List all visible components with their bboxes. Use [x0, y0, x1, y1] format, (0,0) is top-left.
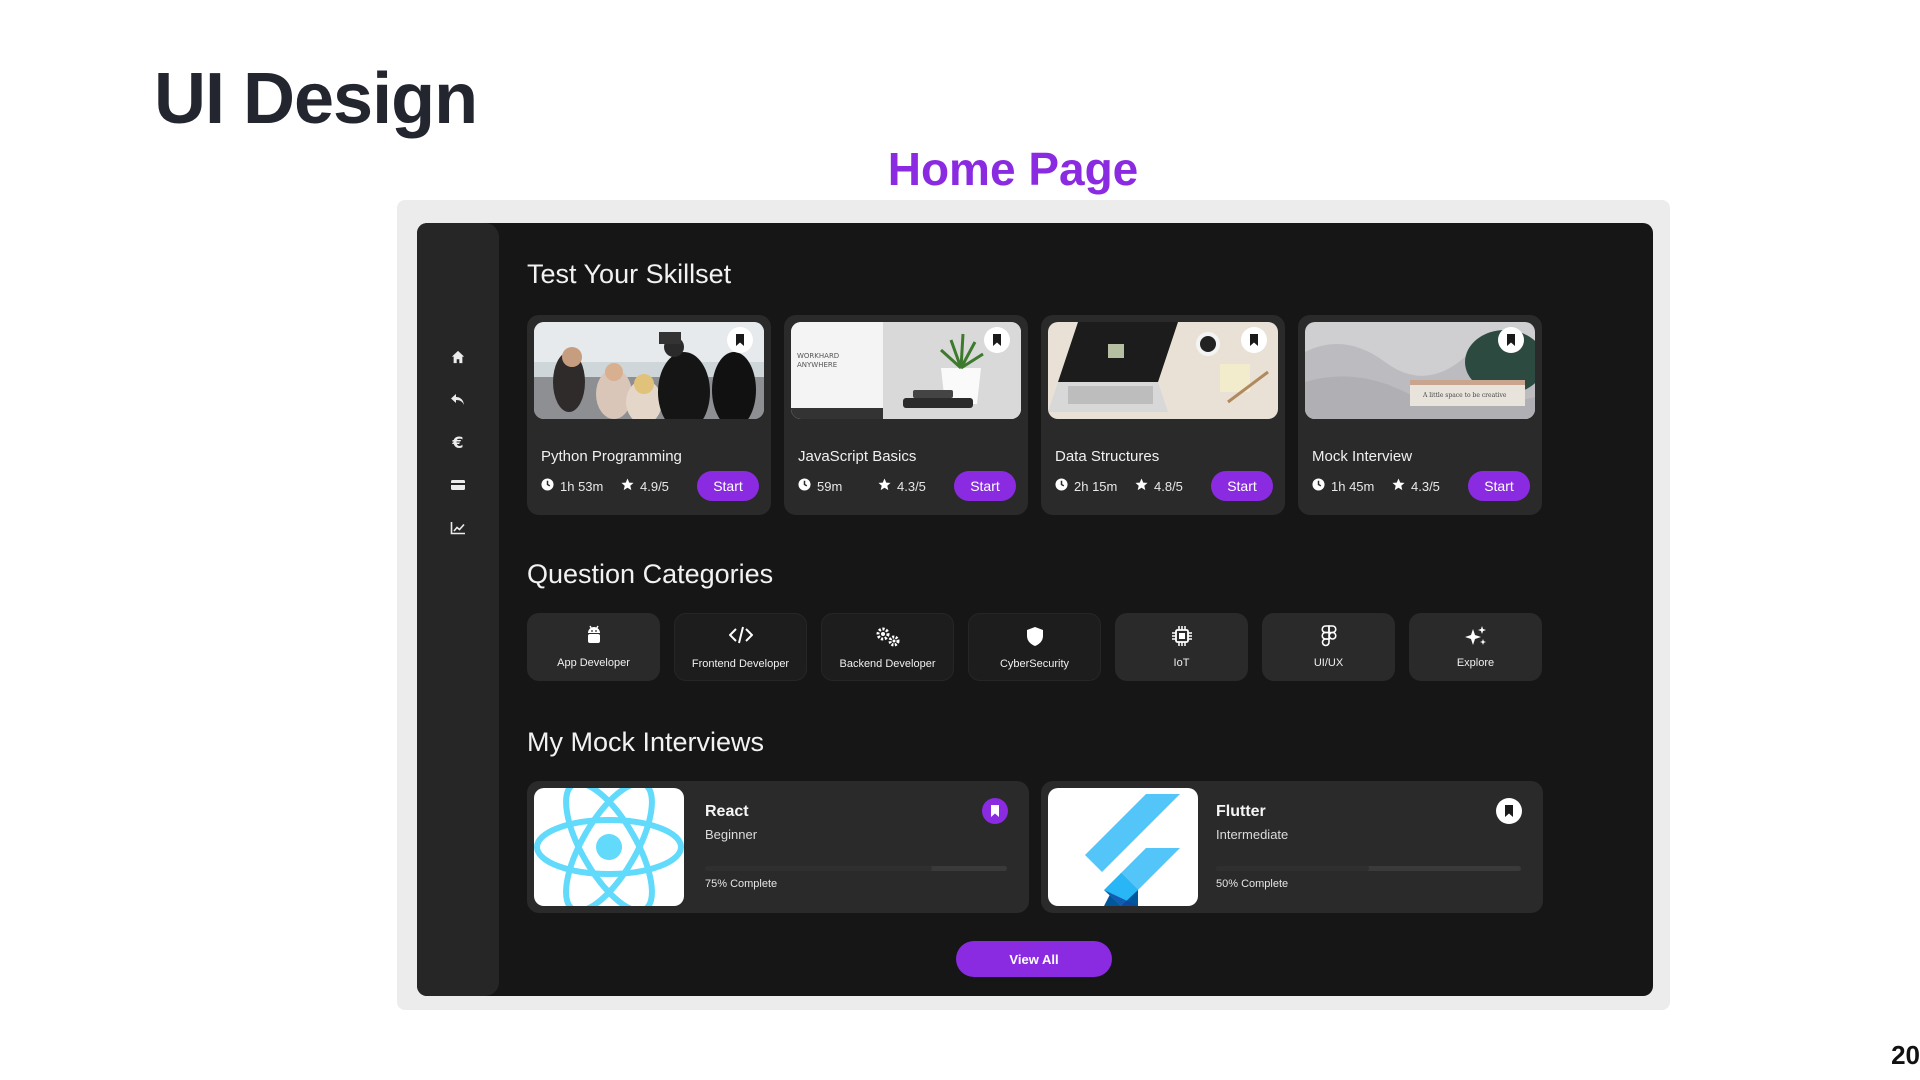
- clock-icon: [541, 478, 554, 494]
- course-rating: 4.9/5: [621, 478, 669, 494]
- category-ui-ux[interactable]: UI/UX: [1262, 613, 1395, 681]
- figma-icon: [1262, 625, 1395, 647]
- bookmark-icon[interactable]: [984, 327, 1010, 353]
- course-name: Mock Interview: [1312, 448, 1413, 465]
- skillset-title: Test Your Skillset: [527, 259, 732, 289]
- course-rating: 4.3/5: [1392, 478, 1440, 494]
- shield-icon: [969, 626, 1100, 648]
- sparkles-icon: [1409, 625, 1542, 647]
- star-icon: [1392, 478, 1405, 494]
- chip-icon: [1115, 625, 1248, 647]
- progress-fill: [1216, 866, 1369, 871]
- mock-interview-card[interactable]: Flutter Intermediate 50% Complete: [1041, 781, 1543, 913]
- clock-icon: [1312, 478, 1325, 494]
- course-card[interactable]: A little space to be creative Mock Inter…: [1298, 315, 1542, 515]
- course-card[interactable]: Python Programming 1h 53m 4.9/5 Start: [527, 315, 771, 515]
- course-duration: 59m: [798, 478, 842, 494]
- categories-title: Question Categories: [527, 559, 774, 589]
- page-number: 20: [1891, 1040, 1920, 1070]
- star-icon: [621, 478, 634, 494]
- app-window: € Test Your Skillset Python Programming …: [417, 223, 1653, 996]
- android-icon: [527, 625, 660, 647]
- slide-subtitle: Home Page: [887, 143, 1139, 195]
- progress-text: 75% Complete: [705, 878, 778, 890]
- mock-interviews-title: My Mock Interviews: [527, 727, 765, 757]
- course-duration: 1h 53m: [541, 478, 603, 494]
- course-name: JavaScript Basics: [798, 448, 917, 465]
- category-frontend-developer[interactable]: Frontend Developer: [674, 613, 807, 681]
- course-card[interactable]: WORKHARD ANYWHERE JavaScript Basics 59m …: [784, 315, 1028, 515]
- mock-name: React: [705, 803, 749, 820]
- clock-icon: [798, 478, 811, 494]
- svg-text:WORKHARD: WORKHARD: [797, 352, 839, 360]
- bookmark-icon[interactable]: [1498, 327, 1524, 353]
- bookmark-icon[interactable]: [727, 327, 753, 353]
- start-button[interactable]: Start: [954, 471, 1016, 501]
- course-card[interactable]: Data Structures 2h 15m 4.8/5 Start: [1041, 315, 1285, 515]
- code-icon: [675, 626, 806, 648]
- gears-icon: [822, 626, 953, 648]
- category-iot[interactable]: IoT: [1115, 613, 1248, 681]
- reply-icon[interactable]: [448, 389, 468, 409]
- mock-level: Beginner: [705, 827, 758, 842]
- credit-card-icon[interactable]: [448, 475, 468, 495]
- home-icon[interactable]: [448, 347, 468, 367]
- category-backend-developer[interactable]: Backend Developer: [821, 613, 954, 681]
- course-name: Python Programming: [541, 448, 682, 465]
- bookmark-icon[interactable]: [982, 798, 1008, 824]
- start-button[interactable]: Start: [1468, 471, 1530, 501]
- flutter-logo: [1048, 788, 1198, 906]
- course-duration: 1h 45m: [1312, 478, 1374, 494]
- chart-line-icon[interactable]: [448, 518, 468, 538]
- mock-name: Flutter: [1216, 803, 1266, 820]
- bookmark-icon[interactable]: [1241, 327, 1267, 353]
- slide-title: UI Design: [154, 59, 478, 139]
- progress-bar: [1216, 866, 1521, 871]
- progress-fill: [705, 866, 932, 871]
- category-cybersecurity[interactable]: CyberSecurity: [968, 613, 1101, 681]
- category-app-developer[interactable]: App Developer: [527, 613, 660, 681]
- start-button[interactable]: Start: [1211, 471, 1273, 501]
- course-duration: 2h 15m: [1055, 478, 1117, 494]
- start-button[interactable]: Start: [697, 471, 759, 501]
- react-logo: [534, 788, 684, 906]
- euro-icon[interactable]: €: [448, 432, 468, 452]
- mock-level: Intermediate: [1216, 827, 1289, 842]
- star-icon: [878, 478, 891, 494]
- course-rating: 4.8/5: [1135, 478, 1183, 494]
- course-name: Data Structures: [1055, 448, 1160, 465]
- course-rating: 4.3/5: [878, 478, 926, 494]
- svg-text:A little space to be creative: A little space to be creative: [1422, 392, 1507, 399]
- star-icon: [1135, 478, 1148, 494]
- sidebar: €: [417, 223, 499, 996]
- mock-interview-card[interactable]: React Beginner 75% Complete: [527, 781, 1029, 913]
- progress-text: 50% Complete: [1216, 878, 1289, 890]
- svg-text:ANYWHERE: ANYWHERE: [797, 361, 837, 369]
- clock-icon: [1055, 478, 1068, 494]
- category-explore[interactable]: Explore: [1409, 613, 1542, 681]
- view-all-button[interactable]: View All: [956, 941, 1112, 977]
- progress-bar: [705, 866, 1007, 871]
- bookmark-icon[interactable]: [1496, 798, 1522, 824]
